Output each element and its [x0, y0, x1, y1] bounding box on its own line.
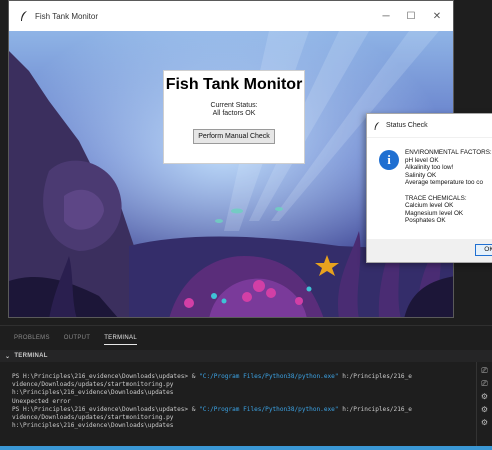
terminal-line: Unexpected error: [12, 398, 475, 406]
terminal-line: PS H:\Principles\216_evidence\Downloads\…: [12, 406, 475, 414]
dialog-line: TRACE CHEMICALS:: [405, 194, 467, 202]
terminal-text: PS H:\Principles\216_evidence\Downloads\…: [12, 373, 200, 380]
ok-button[interactable]: OK: [475, 244, 492, 256]
terminal-line: vidence/Downloads/updates/startmonitorin…: [12, 381, 475, 389]
terminal-line: vidence/Downloads/updates/startmonitorin…: [12, 414, 475, 422]
terminal-text: h:\Principles\216_evidence\Downloads\upd…: [12, 389, 174, 397]
terminal-header-label: TERMINAL: [14, 353, 48, 359]
maximize-button[interactable]: ☐: [404, 9, 418, 23]
dialog-line: Average temperature too co: [405, 179, 483, 187]
dialog-title: Status Check: [386, 122, 428, 129]
terminal-text: vidence/Downloads/updates/startmonitorin…: [12, 413, 174, 421]
dialog-line: pH level OK: [405, 156, 439, 164]
dialog-titlebar[interactable]: Status Check: [367, 114, 492, 138]
terminal-text: PS H:\Principles\216_evidence\Downloads\…: [12, 405, 200, 413]
close-button[interactable]: ✕: [430, 9, 444, 23]
status-check-dialog[interactable]: Status Check i ENVIRONMENTAL FACTORS: pH …: [366, 113, 492, 263]
tab-problems[interactable]: PROBLEMS: [14, 332, 50, 344]
app-heading: Fish Tank Monitor: [165, 76, 303, 93]
gear-icon[interactable]: ⚙: [480, 392, 489, 401]
terminal-sidebar: ⎚ ⎚ ⚙ ⚙ ⚙: [476, 362, 492, 450]
dialog-line: Calcium level OK: [405, 202, 454, 210]
bottom-panel: PROBLEMS OUTPUT TERMINAL ⌄ TERMINAL PS H…: [0, 325, 492, 450]
tab-terminal[interactable]: TERMINAL: [104, 332, 137, 345]
terminal-icon[interactable]: ⎚: [480, 366, 489, 375]
window-titlebar[interactable]: Fish Tank Monitor ─ ☐ ✕: [9, 1, 453, 31]
gear-icon[interactable]: ⚙: [480, 405, 489, 414]
terminal-text: vidence/Downloads/updates/startmonitorin…: [12, 381, 174, 389]
gear-icon[interactable]: ⚙: [480, 418, 489, 427]
terminal-text: h:/Principles/216_e: [338, 405, 412, 413]
perform-manual-check-button[interactable]: Perform Manual Check: [193, 129, 275, 144]
terminal-text: h:/Principles/216_e: [338, 373, 412, 380]
terminal-section-header[interactable]: ⌄ TERMINAL: [0, 350, 492, 362]
terminal-output[interactable]: PS H:\Principles\216_evidence\Downloads\…: [0, 370, 475, 450]
dialog-line: Salinity OK: [405, 171, 437, 179]
panel-tab-bar: PROBLEMS OUTPUT TERMINAL: [0, 326, 492, 350]
feather-icon: [374, 121, 380, 130]
terminal-line: h:\Principles\216_evidence\Downloads\upd…: [12, 389, 475, 397]
status-panel: Fish Tank Monitor Current Status: All fa…: [163, 70, 305, 164]
dialog-footer: OK: [367, 239, 492, 262]
current-status-value: All factors OK: [212, 110, 256, 117]
terminal-line: PS H:\Principles\216_evidence\Downloads\…: [12, 373, 475, 381]
desktop-background: [0, 0, 8, 336]
feather-icon: [21, 11, 27, 21]
terminal-icon[interactable]: ⎚: [480, 379, 489, 388]
terminal-text: Unexpected error: [12, 397, 71, 405]
dialog-line: Alkalinity too low!: [405, 164, 454, 172]
terminal-text: h:\Principles\216_evidence\Downloads\upd…: [12, 422, 174, 430]
status-bar: [0, 446, 492, 450]
info-icon: i: [379, 150, 399, 170]
dialog-line: Posphates OK: [405, 217, 446, 225]
chevron-down-icon[interactable]: ⌄: [5, 353, 10, 360]
terminal-string: "C:/Program Files/Python38/python.exe": [199, 405, 339, 413]
dialog-line: ENVIRONMENTAL FACTORS:: [405, 149, 492, 156]
dialog-line: [405, 187, 492, 195]
minimize-button[interactable]: ─: [379, 9, 393, 23]
dialog-line: Magnesium level OK: [405, 209, 464, 217]
dialog-body: i ENVIRONMENTAL FACTORS: pH level OK Alkal…: [367, 138, 492, 241]
terminal-string: "C:/Program Files/Python38/python.exe": [199, 373, 339, 380]
current-status-label: Current Status:: [210, 102, 258, 109]
dialog-message: ENVIRONMENTAL FACTORS: pH level OK Alkalin…: [405, 149, 492, 225]
tab-output[interactable]: OUTPUT: [64, 332, 90, 344]
terminal-line: h:\Principles\216_evidence\Downloads\upd…: [12, 422, 475, 430]
window-title: Fish Tank Monitor: [35, 11, 98, 21]
